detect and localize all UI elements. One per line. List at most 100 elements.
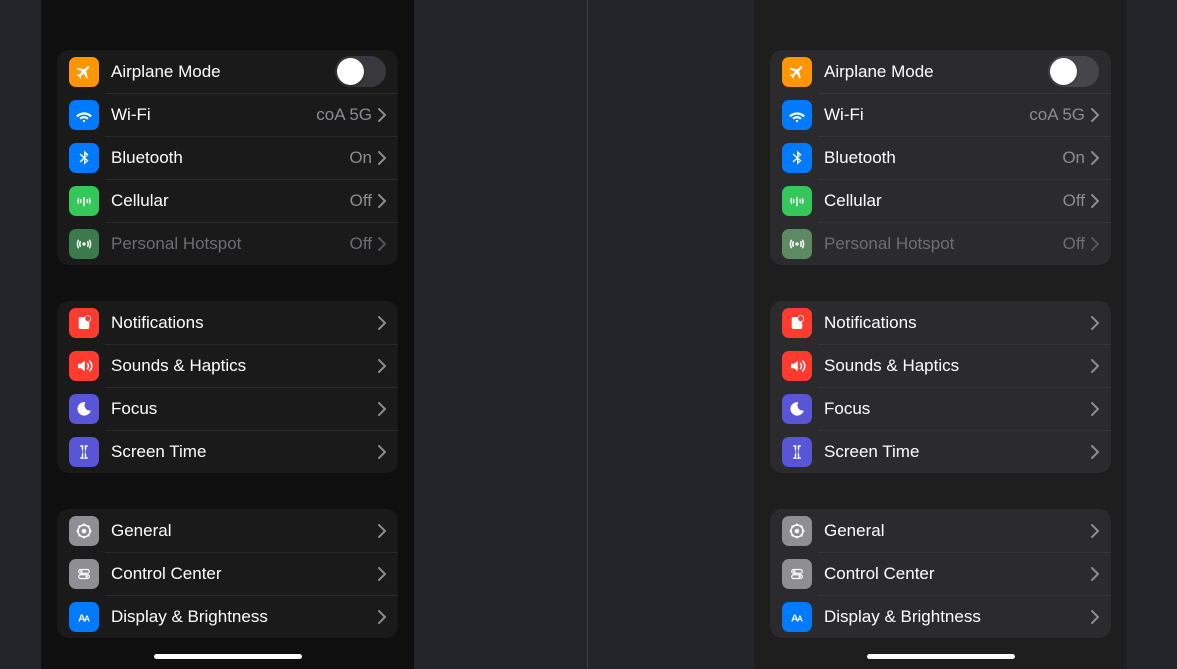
chevron-right-icon	[1091, 567, 1099, 581]
row-label: General	[824, 521, 1091, 541]
settings-row-cellular[interactable]: CellularOff	[57, 179, 398, 222]
row-value: Off	[350, 234, 372, 254]
row-label: Wi-Fi	[824, 105, 1029, 125]
hotspot-icon	[782, 229, 812, 259]
chevron-right-icon	[378, 108, 386, 122]
settings-row-general[interactable]: General	[770, 509, 1111, 552]
sounds-icon	[69, 351, 99, 381]
settings-row-general[interactable]: General	[57, 509, 398, 552]
chevron-right-icon	[1091, 108, 1099, 122]
row-label: General	[111, 521, 378, 541]
airplane-toggle[interactable]	[335, 56, 386, 87]
chevron-right-icon	[378, 610, 386, 624]
chevron-right-icon	[378, 151, 386, 165]
wifi-icon	[782, 100, 812, 130]
row-label: Screen Time	[824, 442, 1091, 462]
home-indicator[interactable]	[867, 654, 1015, 659]
row-label: Personal Hotspot	[824, 234, 1063, 254]
row-label: Sounds & Haptics	[111, 356, 378, 376]
row-label: Notifications	[824, 313, 1091, 333]
row-label: Cellular	[824, 191, 1063, 211]
settings-screen-right: Airplane ModeWi-FicoA 5GBluetoothOnCellu…	[754, 0, 1127, 669]
chevron-right-icon	[378, 237, 386, 251]
settings-row-bluetooth[interactable]: BluetoothOn	[57, 136, 398, 179]
settings-group: General Control Center Display & Brightnes…	[57, 509, 398, 638]
notifications-icon	[69, 308, 99, 338]
bluetooth-icon	[782, 143, 812, 173]
bluetooth-icon	[69, 143, 99, 173]
settings-row-hotspot[interactable]: Personal HotspotOff	[770, 222, 1111, 265]
chevron-right-icon	[378, 316, 386, 330]
row-label: Control Center	[111, 564, 378, 584]
chevron-right-icon	[1091, 402, 1099, 416]
row-value: Off	[1063, 234, 1085, 254]
row-label: Display & Brightness	[824, 607, 1091, 627]
settings-list[interactable]: Airplane ModeWi-FicoA 5GBluetoothOnCellu…	[754, 50, 1127, 669]
chevron-right-icon	[1091, 610, 1099, 624]
focus-icon	[782, 394, 812, 424]
row-label: Personal Hotspot	[111, 234, 350, 254]
row-value: On	[1062, 148, 1085, 168]
row-value: On	[349, 148, 372, 168]
settings-group: General Control Center Display & Brightnes…	[770, 509, 1111, 638]
chevron-right-icon	[1091, 316, 1099, 330]
home-indicator[interactable]	[154, 654, 302, 659]
display-icon	[69, 602, 99, 632]
settings-list[interactable]: Airplane ModeWi-FicoA 5GBluetoothOnCellu…	[41, 50, 414, 669]
row-label: Screen Time	[111, 442, 378, 462]
cellular-icon	[69, 186, 99, 216]
row-value: Off	[350, 191, 372, 211]
settings-row-focus[interactable]: Focus	[57, 387, 398, 430]
settings-row-sounds[interactable]: Sounds & Haptics	[57, 344, 398, 387]
row-value: coA 5G	[1029, 105, 1085, 125]
settings-row-airplane: Airplane Mode	[57, 50, 398, 93]
hotspot-icon	[69, 229, 99, 259]
settings-row-screentime[interactable]: Screen Time	[57, 430, 398, 473]
row-label: Sounds & Haptics	[824, 356, 1091, 376]
chevron-right-icon	[1091, 359, 1099, 373]
settings-group: Notifications Sounds & Haptics Focus Screen…	[770, 301, 1111, 473]
chevron-right-icon	[378, 359, 386, 373]
cellular-icon	[782, 186, 812, 216]
airplane-toggle[interactable]	[1048, 56, 1099, 87]
chevron-right-icon	[1091, 524, 1099, 538]
settings-row-screentime[interactable]: Screen Time	[770, 430, 1111, 473]
chevron-right-icon	[378, 567, 386, 581]
row-label: Airplane Mode	[111, 62, 335, 82]
settings-row-notifications[interactable]: Notifications	[57, 301, 398, 344]
row-label: Cellular	[111, 191, 350, 211]
wifi-icon	[69, 100, 99, 130]
controlcenter-icon	[69, 559, 99, 589]
chevron-right-icon	[378, 402, 386, 416]
row-label: Focus	[824, 399, 1091, 419]
screentime-icon	[69, 437, 99, 467]
settings-row-controlcenter[interactable]: Control Center	[770, 552, 1111, 595]
settings-row-controlcenter[interactable]: Control Center	[57, 552, 398, 595]
row-label: Bluetooth	[824, 148, 1062, 168]
settings-row-bluetooth[interactable]: BluetoothOn	[770, 136, 1111, 179]
sounds-icon	[782, 351, 812, 381]
settings-row-display[interactable]: Display & Brightness	[57, 595, 398, 638]
chevron-right-icon	[378, 194, 386, 208]
settings-group: Airplane ModeWi-FicoA 5GBluetoothOnCellu…	[770, 50, 1111, 265]
settings-screen-left: Airplane ModeWi-FicoA 5GBluetoothOnCellu…	[41, 0, 414, 669]
display-icon	[782, 602, 812, 632]
settings-row-notifications[interactable]: Notifications	[770, 301, 1111, 344]
row-label: Bluetooth	[111, 148, 349, 168]
settings-row-wifi[interactable]: Wi-FicoA 5G	[57, 93, 398, 136]
settings-row-sounds[interactable]: Sounds & Haptics	[770, 344, 1111, 387]
settings-row-display[interactable]: Display & Brightness	[770, 595, 1111, 638]
row-label: Display & Brightness	[111, 607, 378, 627]
settings-row-wifi[interactable]: Wi-FicoA 5G	[770, 93, 1111, 136]
row-label: Focus	[111, 399, 378, 419]
row-label: Wi-Fi	[111, 105, 316, 125]
settings-group: Notifications Sounds & Haptics Focus Screen…	[57, 301, 398, 473]
airplane-icon	[782, 57, 812, 87]
settings-row-focus[interactable]: Focus	[770, 387, 1111, 430]
settings-row-cellular[interactable]: CellularOff	[770, 179, 1111, 222]
airplane-icon	[69, 57, 99, 87]
screentime-icon	[782, 437, 812, 467]
focus-icon	[69, 394, 99, 424]
settings-group: Airplane ModeWi-FicoA 5GBluetoothOnCellu…	[57, 50, 398, 265]
settings-row-hotspot[interactable]: Personal HotspotOff	[57, 222, 398, 265]
